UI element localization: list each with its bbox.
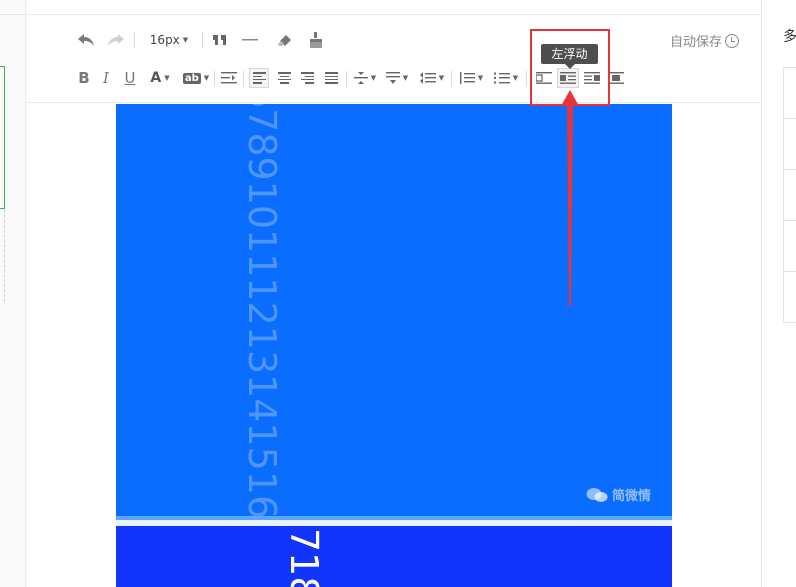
separator: [134, 32, 135, 48]
font-size-select[interactable]: 16px ▼: [143, 31, 195, 49]
app-root: 16px ▼ 自动保存 B I U A ▼ ab ▼ ▼ ▼ ▼ ▼ ▼ 678…: [0, 0, 796, 587]
editor-area: 16px ▼ 自动保存 B I U A ▼ ab ▼ ▼ ▼ ▼ ▼ ▼ 678…: [26, 0, 762, 587]
list-item[interactable]: [784, 119, 796, 170]
list-button[interactable]: ▼: [492, 69, 520, 87]
vertical-numbers: 678910111213141516: [240, 104, 284, 520]
clock-icon: [725, 33, 740, 48]
wechat-icon: [586, 487, 608, 502]
right-panel-title: 多: [783, 29, 796, 45]
bg-color-label: ab: [182, 72, 201, 84]
float-left-tooltip: 左浮动: [541, 44, 598, 69]
indent-icon[interactable]: [220, 70, 238, 86]
letter-spacing-button[interactable]: ▼: [418, 69, 446, 87]
left-panel: [0, 0, 26, 587]
autosave-label: 自动保存: [670, 35, 723, 50]
list-item[interactable]: [784, 170, 796, 221]
font-color-button[interactable]: A ▼: [146, 69, 174, 87]
align-justify-icon[interactable]: [321, 68, 341, 88]
list-item[interactable]: [784, 272, 796, 323]
bold-button[interactable]: B: [76, 69, 92, 87]
content-image[interactable]: 678910111213141516 简微情: [116, 104, 672, 520]
annotation-arrow: [561, 90, 579, 306]
watermark-text: 简微情: [612, 489, 652, 504]
italic-button[interactable]: I: [98, 69, 114, 87]
clear-format-icon[interactable]: [275, 31, 295, 49]
content-image-2[interactable]: 718: [116, 526, 672, 587]
chevron-down-icon: ▼: [477, 74, 484, 82]
chevron-down-icon: ▼: [402, 74, 409, 82]
right-panel: 多: [763, 0, 796, 587]
dashed-divider: [4, 210, 5, 302]
format-painter-icon[interactable]: [306, 31, 326, 49]
chevron-down-icon: ▼: [164, 74, 170, 82]
vertical-number-text: 678910111213141516: [240, 104, 288, 520]
quote-icon[interactable]: [210, 31, 230, 49]
bottom-numbers: 718: [282, 528, 326, 587]
line-height-button[interactable]: ▼: [457, 69, 485, 87]
underline-button[interactable]: U: [122, 69, 138, 87]
divider: [0, 14, 26, 15]
separator: [346, 71, 347, 87]
separator: [214, 71, 215, 87]
font-size-value: 16px: [149, 33, 180, 47]
list-item[interactable]: [784, 68, 796, 119]
selected-template-outline[interactable]: [0, 66, 5, 209]
chevron-down-icon: ▼: [512, 74, 519, 82]
redo-icon[interactable]: [106, 31, 126, 49]
chevron-down-icon: ▼: [182, 36, 189, 44]
horizontal-rule-icon[interactable]: [240, 31, 260, 49]
align-left-icon[interactable]: [249, 68, 269, 88]
editor-toolbar: 16px ▼ 自动保存 B I U A ▼ ab ▼ ▼ ▼ ▼ ▼ ▼: [26, 15, 762, 103]
separator: [202, 32, 203, 48]
chevron-down-icon: ▼: [203, 74, 210, 82]
undo-icon[interactable]: [76, 31, 96, 49]
paragraph-spacing-button[interactable]: ▼: [384, 69, 410, 87]
chevron-down-icon: ▼: [370, 74, 377, 82]
font-color-label: A: [150, 70, 162, 86]
separator: [526, 71, 527, 87]
chevron-down-icon: ▼: [438, 74, 445, 82]
background-color-button[interactable]: ab ▼: [180, 69, 212, 87]
list-item[interactable]: [784, 221, 796, 272]
watermark: 简微情: [586, 485, 651, 504]
align-center-icon[interactable]: [274, 68, 294, 88]
align-right-icon[interactable]: [297, 68, 317, 88]
separator: [243, 71, 244, 87]
separator: [451, 71, 452, 87]
vertical-align-button[interactable]: ▼: [352, 69, 378, 87]
right-panel-list: [783, 67, 796, 323]
autosave-status: 自动保存: [670, 31, 740, 50]
